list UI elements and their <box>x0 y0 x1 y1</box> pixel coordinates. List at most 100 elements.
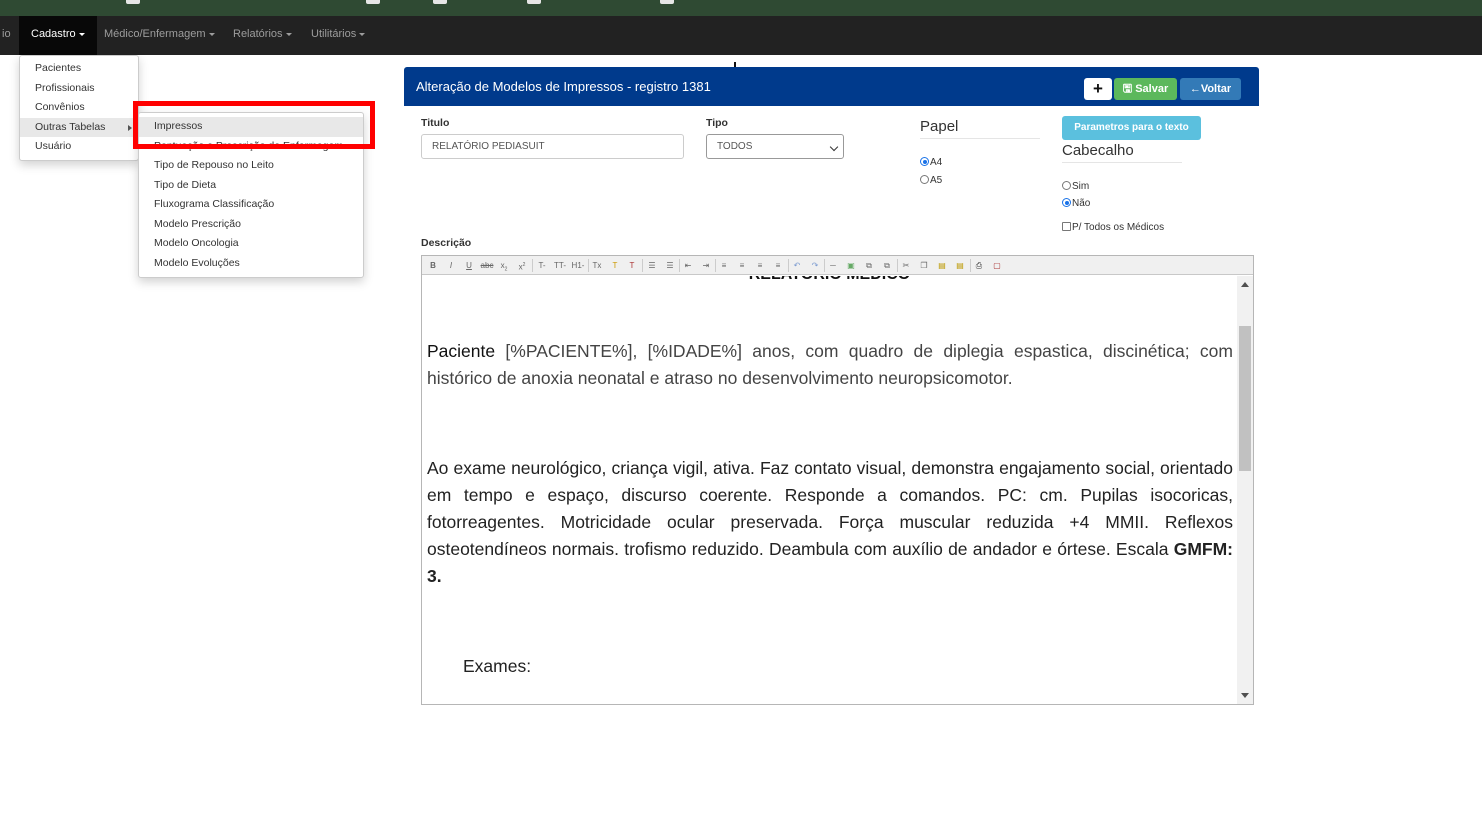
submenu-item-fluxograma[interactable]: Fluxograma Classificação <box>139 195 363 215</box>
cut-icon[interactable]: ✂ <box>900 260 912 271</box>
titulo-input[interactable]: RELATÓRIO PEDIASUIT <box>421 134 684 159</box>
add-button[interactable]: + <box>1084 78 1112 100</box>
nav-item-medico-enfermagem[interactable]: Médico/Enfermagem <box>92 16 227 55</box>
undo-icon[interactable]: ↶ <box>791 260 803 271</box>
subscript-icon[interactable]: x2 <box>499 260 509 273</box>
papel-a5-radio[interactable] <box>920 175 929 184</box>
bold-icon[interactable]: B <box>428 260 438 271</box>
patient-label: Paciente <box>427 341 496 361</box>
menu-item-outras-tabelas[interactable]: Outras Tabelas <box>20 117 138 137</box>
submenu-item-tipo-dieta[interactable]: Tipo de Dieta <box>139 176 363 196</box>
toolbar-separator <box>588 259 589 272</box>
cabecalho-sim-label: Sim <box>1072 181 1090 192</box>
chevron-down-icon <box>208 32 215 36</box>
page-title: Alteração de Modelos de Impressos - regi… <box>416 79 711 94</box>
print-icon[interactable]: ⎙ <box>973 260 985 271</box>
submenu-item-modelo-oncologia[interactable]: Modelo Oncologia <box>139 234 363 254</box>
editor-toolbar: B I U abc x2 x2 T- TT- H1- Tx T T ☰ ☰ ⇤ … <box>422 256 1253 275</box>
strikethrough-icon[interactable]: abc <box>480 260 494 271</box>
paste-text-icon[interactable]: ▤ <box>954 260 966 271</box>
nav-item-cadastro[interactable]: Cadastro <box>19 16 97 55</box>
tab-marker <box>527 0 541 4</box>
submenu-item-modelo-evolucoes[interactable]: Modelo Evoluções <box>139 254 363 274</box>
panel-header: Alteração de Modelos de Impressos - regi… <box>404 67 1259 106</box>
top-strip <box>0 0 1482 16</box>
editor-scrollbar[interactable] <box>1237 276 1253 704</box>
superscript-icon[interactable]: x2 <box>517 260 527 272</box>
papel-a4-label: A4 <box>930 157 943 168</box>
nav-item-relatorios[interactable]: Relatórios <box>221 16 304 55</box>
submenu-item-pontuacao[interactable]: Pontuação e Prescrição de Enfermagem <box>139 137 363 157</box>
image-icon[interactable]: ▣ <box>845 260 857 271</box>
scroll-down-icon[interactable] <box>1241 693 1249 698</box>
papel-title: Papel <box>920 118 959 135</box>
menu-item-pacientes[interactable]: Pacientes <box>20 59 138 79</box>
copy-icon[interactable]: ❐ <box>918 260 930 271</box>
paste-icon[interactable]: ▤ <box>936 260 948 271</box>
nav-item-utilitarios[interactable]: Utilitários <box>299 16 377 55</box>
menu-item-usuario[interactable]: Usuário <box>20 137 138 157</box>
redo-icon[interactable]: ↷ <box>809 260 821 271</box>
background-color-icon[interactable]: T <box>626 260 638 271</box>
toolbar-separator <box>788 259 789 272</box>
font-size-icon[interactable]: TT- <box>552 260 568 271</box>
tipo-select[interactable]: TODOS <box>706 134 844 159</box>
outdent-icon[interactable]: ⇤ <box>682 260 694 271</box>
paragraph-exam: Ao exame neurológico, criança vigil, ati… <box>427 455 1233 590</box>
source-icon[interactable]: ▢ <box>991 260 1003 271</box>
underline-icon[interactable]: U <box>464 260 474 271</box>
unlink-icon[interactable]: ⧉ <box>881 260 893 271</box>
todos-medicos-label: P/ Todos os Médicos <box>1072 222 1165 233</box>
arrow-left-icon: ← <box>1189 83 1201 95</box>
patient-text: [%PACIENTE%], [%IDADE%] anos, com quadro… <box>427 341 1233 388</box>
heading-icon[interactable]: H1- <box>570 260 586 271</box>
indent-icon[interactable]: ⇥ <box>700 260 712 271</box>
scrollbar-thumb[interactable] <box>1239 326 1251 471</box>
submenu-item-modelo-prescricao[interactable]: Modelo Prescrição <box>139 215 363 235</box>
todos-medicos-checkbox[interactable] <box>1062 222 1071 231</box>
link-icon[interactable]: ⧉ <box>863 260 875 271</box>
chevron-down-icon <box>285 32 292 36</box>
divider <box>1062 162 1182 163</box>
cabecalho-nao-radio[interactable] <box>1062 198 1071 207</box>
font-icon[interactable]: T- <box>536 260 548 271</box>
cadastro-dropdown: Pacientes Profissionais Convênios Outras… <box>19 55 139 161</box>
paragraph-patient: Paciente [%PACIENTE%], [%IDADE%] anos, c… <box>427 338 1233 392</box>
save-button[interactable]: 🖫 Salvar <box>1114 78 1177 100</box>
menu-item-profissionais[interactable]: Profissionais <box>20 79 138 99</box>
toolbar-separator <box>970 259 971 272</box>
document-heading: RELATÓRIO MÉDICO <box>422 276 1237 284</box>
align-left-icon[interactable]: ≡ <box>718 260 730 271</box>
horizontal-rule-icon[interactable]: ─ <box>827 260 839 271</box>
exam-text: Ao exame neurológico, criança vigil, ati… <box>427 458 1233 559</box>
descricao-label: Descrição <box>421 237 472 249</box>
align-center-icon[interactable]: ≡ <box>736 260 748 271</box>
text-color-icon[interactable]: T <box>609 260 621 271</box>
clear-format-icon[interactable]: Tx <box>591 260 603 271</box>
papel-a4-radio[interactable] <box>920 157 929 166</box>
tab-marker <box>366 0 380 4</box>
italic-icon[interactable]: I <box>446 260 456 271</box>
submenu-item-impressos[interactable]: Impressos <box>139 117 363 137</box>
submenu-item-tipo-repouso[interactable]: Tipo de Repouso no Leito <box>139 156 363 176</box>
justify-icon[interactable]: ≡ <box>772 260 784 271</box>
toolbar-separator <box>715 259 716 272</box>
menu-item-convenios[interactable]: Convênios <box>20 98 138 118</box>
tipo-label: Tipo <box>706 117 728 129</box>
cabecalho-sim-radio[interactable] <box>1062 181 1071 190</box>
editor-content[interactable]: RELATÓRIO MÉDICO Paciente [%PACIENTE%], … <box>422 276 1237 704</box>
chevron-down-icon <box>829 142 839 152</box>
save-icon: 🖫 <box>1122 83 1133 95</box>
parametros-button[interactable]: Parametros para o texto <box>1062 116 1201 140</box>
tab-marker <box>660 0 674 4</box>
chevron-down-icon <box>359 32 366 36</box>
back-button[interactable]: ←Voltar <box>1180 78 1241 100</box>
scroll-up-icon[interactable] <box>1241 282 1249 287</box>
chevron-down-icon <box>78 32 85 36</box>
main-navbar: io Cadastro Médico/Enfermagem Relatórios… <box>0 16 1482 55</box>
align-right-icon[interactable]: ≡ <box>754 260 766 271</box>
tab-marker <box>433 0 447 4</box>
unordered-list-icon[interactable]: ☰ <box>646 260 658 271</box>
outras-tabelas-submenu: Impressos Pontuação e Prescrição de Enfe… <box>138 112 364 278</box>
ordered-list-icon[interactable]: ☰ <box>664 260 676 271</box>
